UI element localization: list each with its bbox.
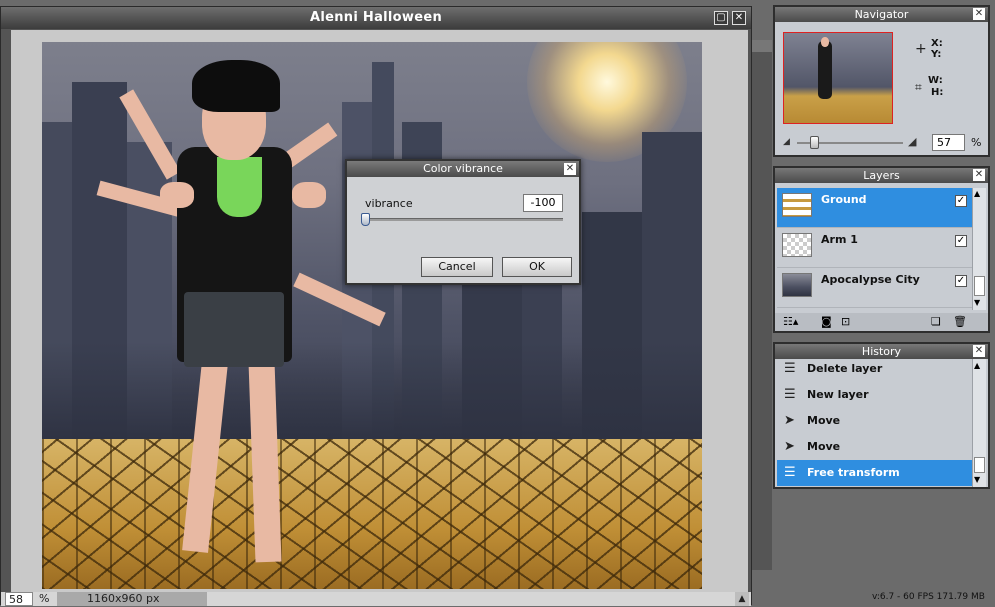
cancel-button[interactable]: Cancel xyxy=(421,257,493,277)
navigator-close-icon[interactable]: ✕ xyxy=(973,8,985,20)
zoom-unit: % xyxy=(39,592,50,605)
navigator-zoom-handle[interactable] xyxy=(810,136,819,149)
scroll-up-icon[interactable] xyxy=(752,40,772,52)
canvas-image[interactable] xyxy=(42,42,702,589)
history-item[interactable]: ☰ Delete layer xyxy=(777,359,972,382)
vibrance-input[interactable]: -100 xyxy=(523,194,563,212)
layer-name: Apocalypse City xyxy=(821,273,920,286)
crosshair-icon: + xyxy=(915,41,927,57)
navigator-panel: Navigator ✕ + X: Y: ⌗ W: H: ◢ ◢ 57 % xyxy=(773,5,990,157)
y-label: Y: xyxy=(931,49,942,60)
image-dimensions: 1160x960 px xyxy=(57,592,207,606)
document-window: Alenni Halloween ▢ ✕ 58 % 1160x960 px ▲ xyxy=(0,6,752,606)
layers-close-icon[interactable]: ✕ xyxy=(973,169,985,181)
layer-visibility-checkbox[interactable]: ✓ xyxy=(955,235,967,247)
layer-name: Ground xyxy=(821,193,867,206)
vibrance-label: vibrance xyxy=(365,197,413,210)
zoom-input[interactable]: 58 xyxy=(5,592,33,606)
maximize-icon[interactable]: ▢ xyxy=(714,11,728,25)
layers-toolbar: ☷▴ ◙ ⊡ ❏ 🗑 xyxy=(775,313,988,331)
vertical-scrollbar[interactable] xyxy=(752,40,772,570)
new-layer-icon[interactable]: ❏ xyxy=(931,315,941,328)
layers-panel: Layers ✕ Ground ✓ Arm 1 ✓ Apocalypse Cit… xyxy=(773,166,990,333)
vibrance-slider-track[interactable] xyxy=(365,218,563,221)
history-scrollbar[interactable]: ▲ ▼ xyxy=(972,359,986,487)
history-list: ☰ Delete layer ☰ New layer ➤ Move ➤ Move… xyxy=(775,359,972,487)
layers-title[interactable]: Layers xyxy=(775,168,988,183)
history-close-icon[interactable]: ✕ xyxy=(973,345,985,357)
document-icon: ☰ xyxy=(784,465,796,480)
navigator-zoom-unit: % xyxy=(971,136,982,149)
history-panel: History ✕ ☰ Delete layer ☰ New layer ➤ M… xyxy=(773,342,990,489)
w-label: W: xyxy=(928,75,943,86)
layer-thumbnail xyxy=(782,193,812,217)
zoom-out-icon[interactable]: ◢ xyxy=(783,137,790,147)
scroll-up-icon[interactable]: ▲ xyxy=(974,189,980,198)
scroll-thumb[interactable] xyxy=(974,276,985,296)
layer-settings-icon[interactable]: ☷▴ xyxy=(783,315,798,328)
move-tool-icon: ➤ xyxy=(784,413,795,428)
scroll-down-icon[interactable]: ▼ xyxy=(974,475,980,484)
navigator-zoom-input[interactable]: 57 xyxy=(932,134,965,151)
resize-handle-icon[interactable]: ▲ xyxy=(735,592,749,606)
history-item-selected[interactable]: ☰ Free transform xyxy=(777,460,972,486)
h-label: H: xyxy=(931,87,944,98)
document-title[interactable]: Alenni Halloween xyxy=(1,7,751,29)
delete-layer-icon[interactable]: 🗑 xyxy=(953,315,967,328)
dialog-title[interactable]: Color vibrance xyxy=(347,161,579,177)
performance-info: v:6.7 - 60 FPS 171.79 MB xyxy=(872,592,985,602)
layer-row-arm-1[interactable]: Arm 1 ✓ xyxy=(777,228,972,268)
vibrance-slider-handle[interactable] xyxy=(361,213,370,226)
layer-thumbnail xyxy=(782,233,812,257)
layer-row-apocalypse-city[interactable]: Apocalypse City ✓ xyxy=(777,268,972,308)
dialog-close-icon[interactable]: ✕ xyxy=(564,163,576,175)
history-item[interactable]: ☰ New layer xyxy=(777,382,972,408)
history-item[interactable]: ➤ Move xyxy=(777,434,972,460)
color-vibrance-dialog: Color vibrance ✕ vibrance -100 Cancel OK xyxy=(345,159,581,285)
history-title[interactable]: History xyxy=(775,344,988,359)
person-figure xyxy=(42,42,702,589)
layers-scrollbar[interactable]: ▲ ▼ xyxy=(972,188,986,310)
layer-visibility-checkbox[interactable]: ✓ xyxy=(955,195,967,207)
document-icon: ☰ xyxy=(784,361,796,376)
layer-visibility-checkbox[interactable]: ✓ xyxy=(955,275,967,287)
navigator-title[interactable]: Navigator xyxy=(775,7,988,22)
history-item[interactable]: ➤ Move xyxy=(777,408,972,434)
document-icon: ☰ xyxy=(784,387,796,402)
close-icon[interactable]: ✕ xyxy=(732,11,746,25)
layer-styles-icon[interactable]: ⊡ xyxy=(841,315,850,328)
layer-thumbnail xyxy=(782,273,812,297)
layer-mask-icon[interactable]: ◙ xyxy=(821,315,832,328)
scroll-up-icon[interactable]: ▲ xyxy=(974,361,980,370)
status-bar: 58 % 1160x960 px ▲ xyxy=(1,592,751,606)
layer-name: Arm 1 xyxy=(821,233,858,246)
size-icon: ⌗ xyxy=(915,80,922,94)
zoom-in-icon[interactable]: ◢ xyxy=(908,135,916,148)
scroll-thumb[interactable] xyxy=(974,457,985,473)
canvas-area[interactable] xyxy=(11,30,748,599)
x-label: X: xyxy=(931,38,943,49)
navigator-thumbnail[interactable] xyxy=(783,32,893,124)
layer-row-ground[interactable]: Ground ✓ xyxy=(777,188,972,228)
move-tool-icon: ➤ xyxy=(784,439,795,454)
scroll-down-icon[interactable]: ▼ xyxy=(974,298,980,307)
ok-button[interactable]: OK xyxy=(502,257,572,277)
